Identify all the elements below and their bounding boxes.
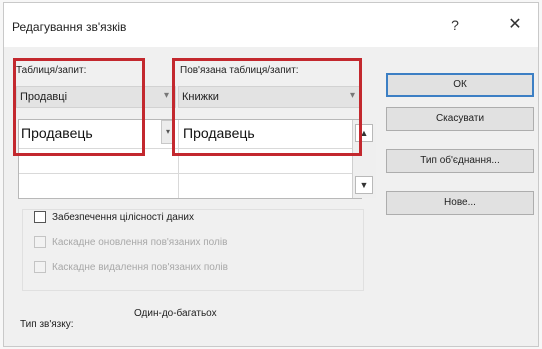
arrow-up-icon: ▲ [359,128,369,138]
dialog-title: Редагування зв'язків [12,20,127,34]
relationship-type-label: Тип зв'язку: [20,319,74,330]
close-button[interactable]: ✕ [502,15,528,35]
fields-grid: Продавець ▾ Продавець ▲ ▼ [18,119,376,199]
cascade-delete-checkbox [34,261,46,273]
cascade-update-label: Каскадне оновлення пов'язаних полів [52,236,228,248]
help-button[interactable]: ? [442,15,468,35]
cascade-delete-option: Каскадне видалення пов'язаних полів [34,261,228,273]
new-button[interactable]: Нове... [386,191,534,215]
cascade-delete-label: Каскадне видалення пов'язаних полів [52,261,228,273]
join-type-button[interactable]: Тип об'єднання... [386,149,534,173]
title-bar: Редагування зв'язків ? ✕ [4,3,538,47]
related-table-combo-value: Книжки [182,91,219,103]
relationship-type-value: Один-до-багатьох [134,308,217,319]
scroll-down-button[interactable]: ▼ [355,176,373,194]
cascade-update-checkbox [34,236,46,248]
field-cell-right[interactable]: Продавець [183,125,255,141]
enforce-integrity-option[interactable]: Забезпечення цілісності даних [34,211,194,223]
related-table-query-label: Пов'язана таблиця/запит: [180,65,299,76]
grid-scrollbar[interactable]: ▲ ▼ [352,120,376,198]
field-dropdown-button[interactable]: ▾ [161,120,175,144]
edit-relationships-dialog: Редагування зв'язків ? ✕ Таблиця/запит: … [3,2,539,347]
table-combo-value: Продавці [20,91,68,103]
cascade-update-option: Каскадне оновлення пов'язаних полів [34,236,227,248]
scroll-up-button[interactable]: ▲ [355,124,373,142]
table-query-label: Таблиця/запит: [16,65,87,76]
row-divider [19,173,361,174]
cancel-button[interactable]: Скасувати [386,107,534,131]
field-cell-left[interactable]: Продавець [21,125,93,141]
table-combo[interactable]: Продавці ▾ [16,86,176,108]
chevron-down-icon: ▾ [163,90,169,101]
row-divider [19,148,361,149]
enforce-integrity-checkbox[interactable] [34,211,46,223]
chevron-down-icon: ▾ [349,90,355,101]
chevron-down-icon: ▾ [165,127,170,136]
column-divider [178,120,179,198]
enforce-integrity-label: Забезпечення цілісності даних [52,211,194,223]
arrow-down-icon: ▼ [359,180,369,190]
related-table-combo[interactable]: Книжки ▾ [178,86,362,108]
ok-button[interactable]: ОК [386,73,534,97]
